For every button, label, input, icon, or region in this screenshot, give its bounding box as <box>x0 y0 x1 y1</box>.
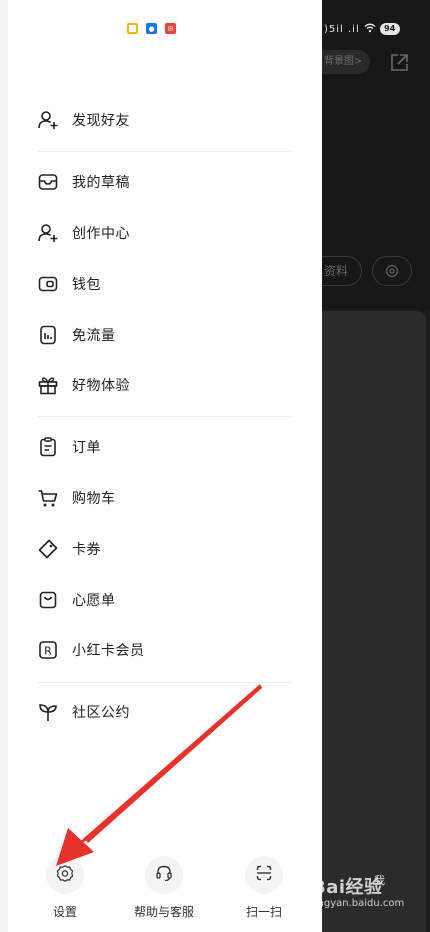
side-drawer: ● ✉ 发现好友 我的草稿 创作中心 钱包 免流量 好物体验 订单 购物车 卡券… <box>0 0 322 932</box>
menu-item-free-data[interactable]: 免流量 <box>36 317 292 353</box>
cart-icon <box>36 486 60 510</box>
menu-item-label: 好物体验 <box>72 378 130 394</box>
menu-item-creator-center[interactable]: 创作中心 <box>36 215 292 251</box>
sprout-icon <box>36 700 60 724</box>
share-icon <box>388 52 410 74</box>
free-data-icon <box>36 323 60 347</box>
order-icon <box>36 435 60 459</box>
coupon-icon <box>36 537 60 561</box>
menu-item-wishlist[interactable]: 心愿单 <box>36 582 292 618</box>
menu-divider <box>38 416 292 417</box>
menu-item-label: 钱包 <box>72 277 101 293</box>
scan-icon <box>255 864 273 886</box>
status-bar: )5il .il 94 <box>322 18 430 40</box>
wifi-icon <box>364 22 376 36</box>
app-notify-icon-yellow <box>127 23 138 34</box>
membership-icon: R <box>36 638 60 662</box>
gift-icon <box>36 373 60 397</box>
drawer-edge <box>0 0 8 932</box>
menu-item-product-trial[interactable]: 好物体验 <box>36 367 292 403</box>
menu-item-label: 社区公约 <box>72 705 130 721</box>
watermark-main: Bai经验 <box>312 877 383 898</box>
scan-button[interactable] <box>245 856 283 894</box>
creator-center-icon <box>36 221 60 245</box>
background-gear-icon <box>372 256 412 286</box>
help-service-button[interactable] <box>145 856 183 894</box>
menu-item-label: 小红卡会员 <box>72 643 145 659</box>
menu-item-drafts[interactable]: 我的草稿 <box>36 164 292 200</box>
menu-item-label: 创作中心 <box>72 226 130 242</box>
menu-item-coupons[interactable]: 卡券 <box>36 531 292 567</box>
menu-item-label: 我的草稿 <box>72 175 130 191</box>
scan-label: 扫一扫 <box>245 905 282 919</box>
wallet-icon <box>36 272 60 296</box>
headset-icon <box>155 864 173 886</box>
watermark: Bai经验 jingyan.baidu.com <box>312 878 430 922</box>
notification-icons: ● ✉ <box>127 23 176 34</box>
add-friend-icon <box>36 108 60 132</box>
app-notify-icon-red: ✉ <box>165 23 176 34</box>
settings-label: 设置 <box>52 905 77 919</box>
settings-button[interactable] <box>46 856 84 894</box>
background-edit-pill: 资料 <box>322 256 362 286</box>
gear-icon <box>56 864 74 886</box>
menu-item-wallet[interactable]: 钱包 <box>36 266 292 302</box>
menu-item-label: 购物车 <box>72 491 116 507</box>
menu-item-label: 免流量 <box>72 328 116 344</box>
menu-item-cart[interactable]: 购物车 <box>36 480 292 516</box>
menu-item-label: 发现好友 <box>72 113 130 129</box>
menu-item-label: 订单 <box>72 440 101 456</box>
menu-item-label: 心愿单 <box>72 593 116 609</box>
svg-text:R: R <box>44 645 52 658</box>
menu-item-community-rules[interactable]: 社区公约 <box>36 694 292 730</box>
signal-text: )5il .il <box>324 23 360 35</box>
help-service-label: 帮助与客服 <box>133 905 194 919</box>
app-notify-icon-blue: ● <box>146 23 157 34</box>
drafts-icon <box>36 170 60 194</box>
watermark-sub: jingyan.baidu.com <box>312 897 405 909</box>
background-content <box>322 311 426 932</box>
menu-item-discover-friends[interactable]: 发现好友 <box>36 102 292 138</box>
battery-indicator: 94 <box>379 23 400 35</box>
background-pill: 背景图> <box>322 50 370 74</box>
wishlist-icon <box>36 588 60 612</box>
menu-item-label: 卡券 <box>72 542 101 558</box>
menu-item-membership[interactable]: R 小红卡会员 <box>36 632 292 668</box>
menu-item-orders[interactable]: 订单 <box>36 429 292 465</box>
menu-divider <box>38 682 292 683</box>
menu-divider <box>38 151 292 152</box>
